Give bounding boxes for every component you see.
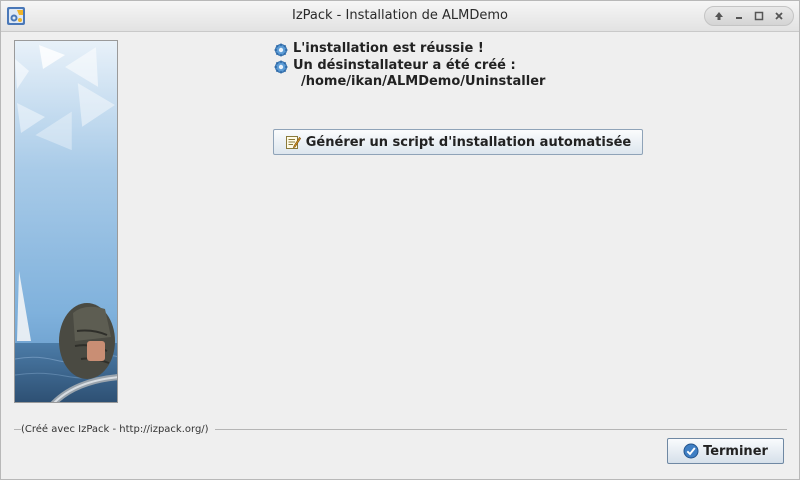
- uninstaller-path: /home/ikan/ALMDemo/Uninstaller: [301, 74, 546, 89]
- up-arrow-icon[interactable]: [711, 8, 727, 24]
- success-message: L'installation est réussie !: [293, 41, 484, 56]
- generate-script-button[interactable]: Générer un script d'installation automat…: [273, 129, 643, 155]
- close-icon[interactable]: [771, 8, 787, 24]
- gear-bullet-icon: [274, 42, 288, 57]
- finish-button[interactable]: Terminer: [667, 438, 784, 464]
- maximize-icon[interactable]: [751, 8, 767, 24]
- installer-window: IzPack - Installation de ALMDemo L'insta…: [0, 0, 800, 480]
- uninstaller-message: Un désinstallateur a été créé :: [293, 58, 516, 73]
- sailing-banner-image: [14, 40, 118, 403]
- generate-script-label: Générer un script d'installation automat…: [305, 134, 632, 150]
- minimize-icon[interactable]: [731, 8, 747, 24]
- checkmark-icon: [683, 443, 699, 459]
- window-title: IzPack - Installation de ALMDemo: [291, 8, 508, 23]
- edit-script-icon: [285, 134, 301, 150]
- gear-bullet-icon: [274, 59, 288, 74]
- title-bar[interactable]: IzPack - Installation de ALMDemo: [1, 1, 799, 32]
- finish-label: Terminer: [703, 443, 768, 459]
- izpack-credit: (Créé avec IzPack - http://izpack.org/): [21, 424, 215, 435]
- window-controls: [704, 6, 794, 26]
